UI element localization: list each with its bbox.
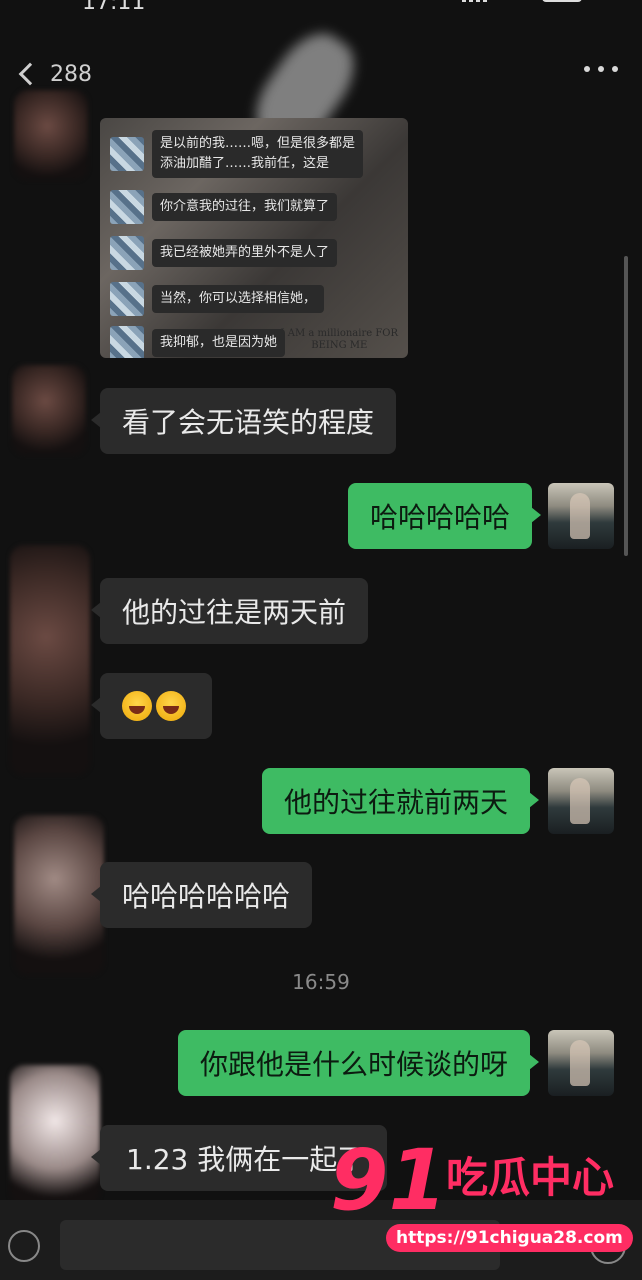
mini-bubble: 当然，你可以选择相信她， — [152, 285, 325, 313]
mini-avatar — [110, 326, 144, 358]
back-button[interactable]: 288 — [14, 56, 114, 92]
mini-bubble: 是以前的我……嗯，但是很多都是 添油加醋了……我前任，这是 — [152, 130, 364, 178]
watermark: 91 吃瓜中心 https://91chigua28.com — [330, 1131, 633, 1268]
incoming-message[interactable]: 😂😂 — [91, 673, 212, 739]
watermark-logo-number: 91 — [330, 1131, 447, 1229]
my-avatar[interactable] — [548, 768, 614, 834]
image-message[interactable]: 是以前的我……嗯，但是很多都是 添油加醋了……我前任，这是 你介意我的过往，我们… — [100, 118, 408, 358]
dot-icon — [584, 66, 590, 72]
dot-icon — [612, 66, 618, 72]
mini-bubble: 我抑郁，也是因为她 — [152, 329, 286, 357]
incoming-message[interactable]: 哈哈哈哈哈哈 — [90, 862, 313, 928]
mini-bubble: 你介意我的过往，我们就算了 — [152, 193, 338, 221]
tears-of-joy-emoji-icon — [156, 691, 186, 721]
my-avatar[interactable] — [548, 1030, 614, 1096]
unread-count: 288 — [50, 61, 92, 87]
chevron-left-icon — [18, 62, 42, 86]
watermark-logo-text: 吃瓜中心 — [446, 1153, 615, 1202]
watermark-url: https://91chigua28.com — [386, 1224, 633, 1252]
contact-avatar[interactable] — [14, 90, 88, 180]
signal-icon — [462, 0, 488, 2]
image-row: 你介意我的过往，我们就算了 — [110, 190, 338, 224]
image-row: 我抑郁，也是因为她 — [110, 326, 286, 358]
image-row: 我已经被她弄的里外不是人了 — [110, 236, 338, 270]
timestamp-divider: 16:59 — [292, 970, 350, 994]
image-row: 当然，你可以选择相信她， — [110, 282, 325, 316]
incoming-message[interactable]: 他的过往是两天前 — [90, 578, 369, 644]
outgoing-message[interactable]: 你跟他是什么时候谈的呀 — [178, 1030, 540, 1096]
image-caption: I AM a millionaire FOR BEING ME — [280, 328, 398, 351]
mini-bubble: 我已经被她弄的里外不是人了 — [152, 239, 338, 267]
scrollbar[interactable] — [624, 256, 628, 556]
contact-avatar[interactable] — [10, 1065, 100, 1205]
battery-icon — [542, 0, 582, 2]
dot-icon — [598, 66, 604, 72]
image-row: 是以前的我……嗯，但是很多都是 添油加醋了……我前任，这是 — [110, 130, 364, 178]
my-avatar[interactable] — [548, 483, 614, 549]
status-bar: 17:11 — [0, 0, 642, 15]
status-time: 17:11 — [82, 0, 146, 15]
incoming-message[interactable]: 看了会无语笑的程度 — [90, 388, 397, 454]
tears-of-joy-emoji-icon — [122, 691, 152, 721]
more-options-button[interactable] — [584, 66, 618, 76]
contact-avatar[interactable] — [12, 365, 86, 455]
contact-avatar[interactable] — [10, 545, 90, 775]
mini-avatar — [110, 282, 144, 316]
outgoing-message[interactable]: 他的过往就前两天 — [262, 768, 540, 834]
mini-avatar — [110, 236, 144, 270]
mini-avatar — [110, 137, 144, 171]
mini-avatar — [110, 190, 144, 224]
voice-input-button[interactable] — [8, 1230, 40, 1262]
outgoing-message[interactable]: 哈哈哈哈哈 — [348, 483, 542, 549]
status-icons — [462, 0, 582, 8]
